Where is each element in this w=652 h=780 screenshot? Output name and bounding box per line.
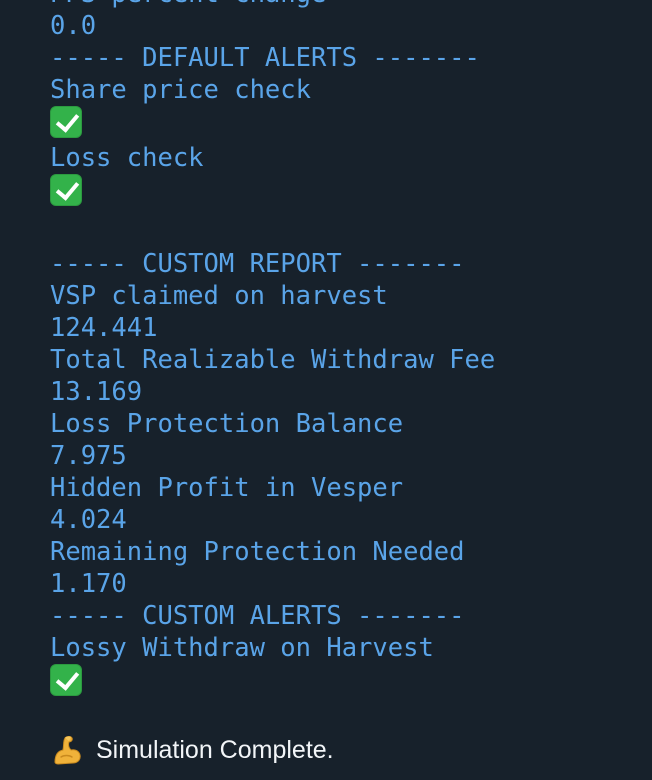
vsp-claimed-label: VSP claimed on harvest <box>50 281 388 311</box>
loss-protection-value: 7.975 <box>50 441 127 471</box>
loss-protection-label: Loss Protection Balance <box>50 409 404 439</box>
lossy-withdraw-label: Lossy Withdraw on Harvest <box>50 633 434 663</box>
hidden-profit-label: Hidden Profit in Vesper <box>50 473 404 503</box>
pps-percent-change-value: 0.0 <box>50 11 97 41</box>
hidden-profit-value: 4.024 <box>50 505 127 535</box>
vsp-claimed-value: 124.441 <box>50 313 158 343</box>
simulation-output-message: PPS percent change 0.0 ----- DEFAULT ALE… <box>50 0 640 770</box>
default-alerts-header: ----- DEFAULT ALERTS ------- <box>50 43 480 73</box>
lossy-withdraw-check-mark-icon <box>50 664 84 698</box>
remaining-protection-value: 1.170 <box>50 569 127 599</box>
simulation-complete-text: Simulation Complete. <box>96 735 334 764</box>
share-price-check-label: Share price check <box>50 75 311 105</box>
custom-report-header: ----- CUSTOM REPORT ------- <box>50 249 465 279</box>
withdraw-fee-label: Total Realizable Withdraw Fee <box>50 345 496 375</box>
remaining-protection-label: Remaining Protection Needed <box>50 537 465 567</box>
withdraw-fee-value: 13.169 <box>50 377 143 407</box>
loss-check-mark-icon <box>50 174 84 208</box>
simulation-complete-line: Simulation Complete. <box>50 730 640 770</box>
custom-alerts-header: ----- CUSTOM ALERTS ------- <box>50 601 465 631</box>
loss-check-label: Loss check <box>50 143 204 173</box>
share-price-check-mark-icon <box>50 106 84 140</box>
flexed-biceps-icon <box>54 736 81 765</box>
pps-percent-change-label: PPS percent change <box>50 0 640 10</box>
